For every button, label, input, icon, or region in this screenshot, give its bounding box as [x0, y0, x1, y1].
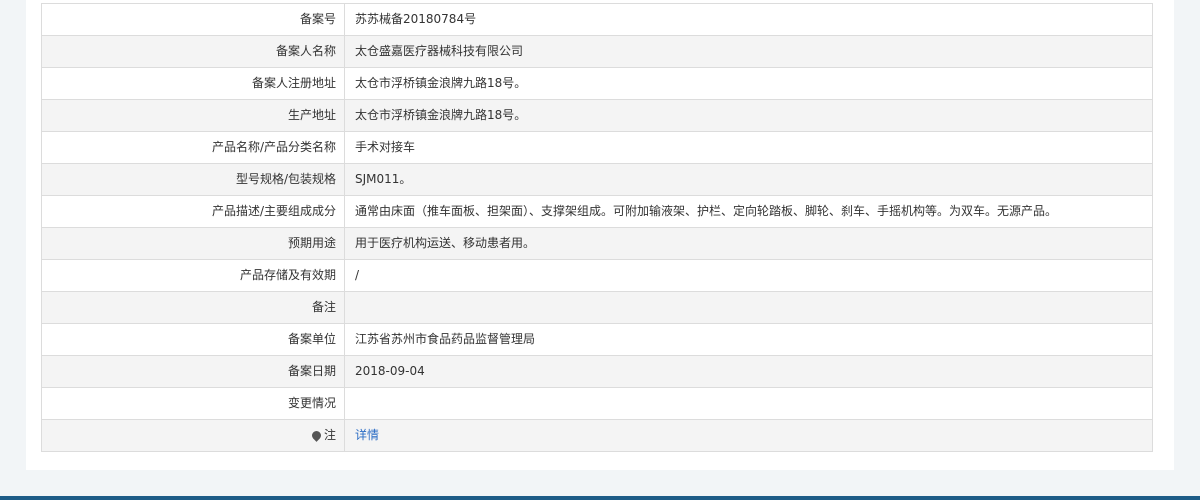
table-row: 备注 — [41, 291, 1153, 324]
table-row: 产品存储及有效期 / — [41, 259, 1153, 292]
row-value: 用于医疗机构运送、移动患者用。 — [344, 227, 1153, 260]
table-row: 产品描述/主要组成成分 通常由床面（推车面板、担架面）、支撑架组成。可附加输液架… — [41, 195, 1153, 228]
row-label: 备案人名称 — [41, 35, 345, 68]
note-value-cell: 详情 — [344, 419, 1153, 452]
table-row: 备案人名称 太仓盛嘉医疗器械科技有限公司 — [41, 35, 1153, 68]
row-value: 太仓市浮桥镇金浪牌九路18号。 — [344, 67, 1153, 100]
row-label: 产品名称/产品分类名称 — [41, 131, 345, 164]
table-row: 生产地址 太仓市浮桥镇金浪牌九路18号。 — [41, 99, 1153, 132]
location-pin-icon — [310, 429, 323, 442]
note-label-cell: 注 — [41, 419, 345, 452]
footer-divider — [0, 496, 1200, 500]
row-value: 太仓市浮桥镇金浪牌九路18号。 — [344, 99, 1153, 132]
row-value: 通常由床面（推车面板、担架面）、支撑架组成。可附加输液架、护栏、定向轮踏板、脚轮… — [344, 195, 1153, 228]
row-value: 太仓盛嘉医疗器械科技有限公司 — [344, 35, 1153, 68]
row-label: 型号规格/包装规格 — [41, 163, 345, 196]
table-row: 型号规格/包装规格 SJM011。 — [41, 163, 1153, 196]
table-row: 变更情况 — [41, 387, 1153, 420]
row-label: 备案人注册地址 — [41, 67, 345, 100]
row-value: 2018-09-04 — [344, 355, 1153, 388]
row-value: 江苏省苏州市食品药品监督管理局 — [344, 323, 1153, 356]
row-label: 备案单位 — [41, 323, 345, 356]
table-row: 备案号 苏苏械备20180784号 — [41, 3, 1153, 36]
table-row: 备案人注册地址 太仓市浮桥镇金浪牌九路18号。 — [41, 67, 1153, 100]
table-row-note: 注 详情 — [41, 419, 1153, 452]
row-value: 苏苏械备20180784号 — [344, 3, 1153, 36]
row-value: / — [344, 259, 1153, 292]
record-panel: 备案号 苏苏械备20180784号 备案人名称 太仓盛嘉医疗器械科技有限公司 备… — [26, 0, 1174, 470]
table-row: 预期用途 用于医疗机构运送、移动患者用。 — [41, 227, 1153, 260]
row-value — [344, 387, 1153, 420]
row-label: 预期用途 — [41, 227, 345, 260]
row-value — [344, 291, 1153, 324]
table-row: 备案日期 2018-09-04 — [41, 355, 1153, 388]
row-label: 备案日期 — [41, 355, 345, 388]
row-label: 备注 — [41, 291, 345, 324]
row-label: 变更情况 — [41, 387, 345, 420]
row-label: 产品存储及有效期 — [41, 259, 345, 292]
table-row: 备案单位 江苏省苏州市食品药品监督管理局 — [41, 323, 1153, 356]
table-row: 产品名称/产品分类名称 手术对接车 — [41, 131, 1153, 164]
details-link[interactable]: 详情 — [355, 428, 379, 442]
row-value: SJM011。 — [344, 163, 1153, 196]
note-label: 注 — [323, 428, 336, 442]
row-label: 产品描述/主要组成成分 — [41, 195, 345, 228]
row-label: 生产地址 — [41, 99, 345, 132]
row-value: 手术对接车 — [344, 131, 1153, 164]
record-detail-table: 备案号 苏苏械备20180784号 备案人名称 太仓盛嘉医疗器械科技有限公司 备… — [41, 3, 1153, 452]
row-label: 备案号 — [41, 3, 345, 36]
